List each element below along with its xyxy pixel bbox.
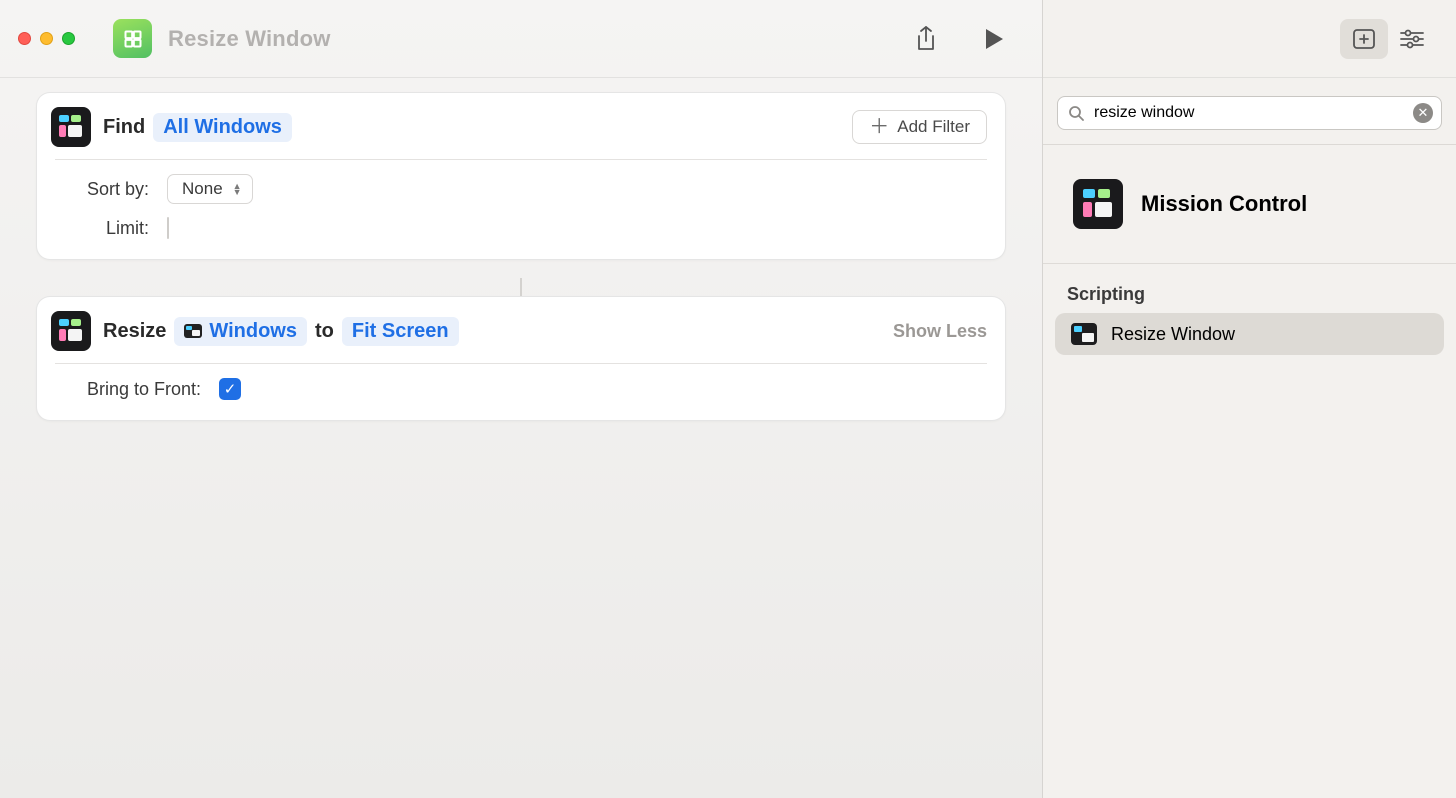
library-item-resize-window[interactable]: Resize Window [1055,313,1444,355]
minimize-window-button[interactable] [40,32,53,45]
mission-control-mini-icon [1071,323,1097,345]
resize-size-token[interactable]: Fit Screen [342,317,459,346]
library-search-row: ✕ [1043,78,1456,145]
sliders-icon [1399,29,1425,49]
shortcut-app-icon [113,19,152,58]
mission-control-icon [1073,179,1123,229]
limit-checkbox[interactable] [167,217,169,239]
library-app-header[interactable]: Mission Control [1043,145,1456,264]
close-window-button[interactable] [18,32,31,45]
window-title: Resize Window [168,26,331,52]
library-toolbar [1043,0,1456,78]
editor-pane: Resize Window Find All Windows [0,0,1042,798]
action-find-windows[interactable]: Find All Windows ＋ Add Filter Sort by: N… [36,92,1006,260]
library-search-box[interactable]: ✕ [1057,96,1442,130]
window-traffic-lights [18,32,75,45]
add-filter-button[interactable]: ＋ Add Filter [852,110,987,144]
show-less-button[interactable]: Show Less [893,321,987,342]
add-filter-label: Add Filter [897,117,970,137]
find-target-token[interactable]: All Windows [153,113,292,142]
resize-input-token[interactable]: Windows [174,317,307,346]
magnifier-icon [1068,105,1084,121]
action-verb: Resize [103,320,166,343]
library-results[interactable]: Mission Control Scripting Resize Window [1043,145,1456,798]
library-tab-details[interactable] [1388,19,1436,59]
clear-search-button[interactable]: ✕ [1413,103,1433,123]
action-resize-window[interactable]: Resize Windows to Fit Screen Show Less B… [36,296,1006,421]
bring-to-front-label: Bring to Front: [87,379,201,400]
library-app-name: Mission Control [1141,191,1307,217]
workflow-canvas[interactable]: Find All Windows ＋ Add Filter Sort by: N… [0,78,1042,798]
resize-joiner: to [315,320,334,343]
maximize-window-button[interactable] [62,32,75,45]
run-button[interactable] [968,19,1020,59]
sort-by-label: Sort by: [87,179,149,200]
plus-icon: ＋ [869,117,889,137]
mission-control-icon [51,311,91,351]
library-tab-switcher [1340,19,1436,59]
library-icon [1352,28,1376,50]
sort-by-select[interactable]: None ▲▼ [167,174,253,204]
window-titlebar: Resize Window [0,0,1042,78]
library-item-label: Resize Window [1111,324,1235,345]
sort-by-value: None [182,179,223,199]
library-category-label: Scripting [1043,264,1456,313]
share-button[interactable] [900,19,952,59]
play-icon [983,27,1005,51]
bring-to-front-checkbox[interactable]: ✓ [219,378,241,400]
chevron-updown-icon: ▲▼ [233,183,242,195]
mission-control-mini-icon [184,324,202,338]
x-icon: ✕ [1418,105,1429,121]
library-pane: ✕ Mission Control Scripting Resize Windo… [1042,0,1456,798]
limit-label: Limit: [87,218,149,239]
action-verb: Find [103,116,145,139]
share-icon [914,26,938,52]
library-tab-actions[interactable] [1340,19,1388,59]
library-search-input[interactable] [1094,104,1403,122]
action-connector [36,278,1006,296]
mission-control-icon [51,107,91,147]
